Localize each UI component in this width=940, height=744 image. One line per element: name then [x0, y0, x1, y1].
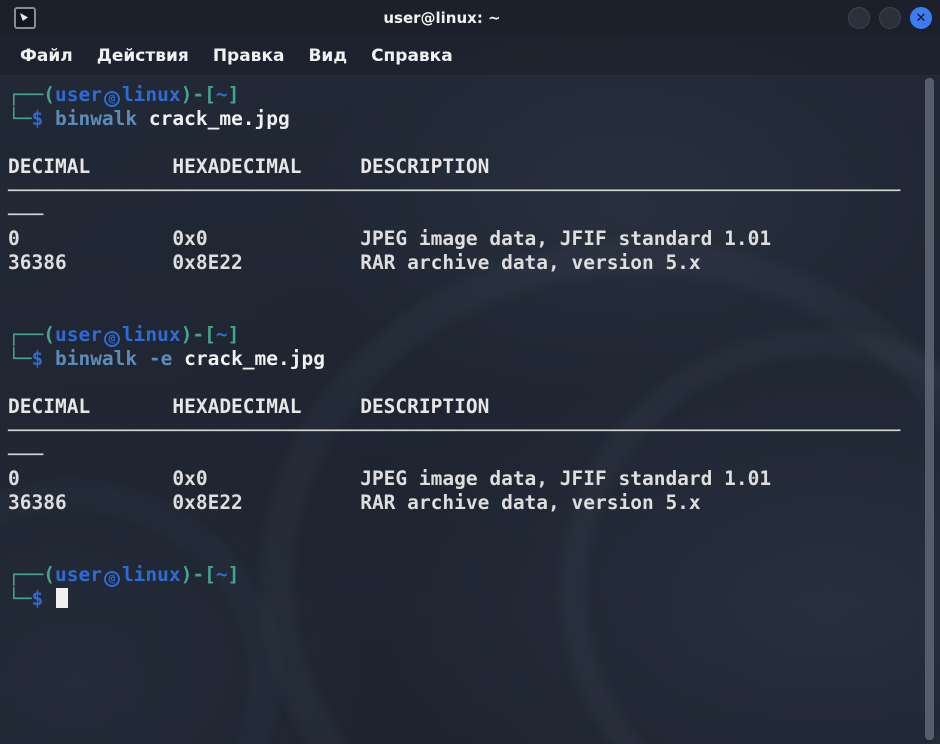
output-separator: ────────────────────────────────────────…: [8, 419, 918, 443]
terminal-scrollbar[interactable]: [924, 78, 937, 740]
prompt-cwd: ~: [216, 83, 228, 106]
output-column-headers: DECIMAL HEXADECIMAL DESCRIPTION: [8, 155, 918, 179]
window-titlebar[interactable]: user@linux: ~ ✕: [0, 0, 940, 36]
prompt-tail: └─: [8, 107, 31, 130]
terminal-content-area[interactable]: ┌──(user@linux)-[~] └─$ binwalk crack_me…: [0, 76, 940, 744]
blank-line: [8, 539, 918, 563]
prompt-cwd: ~: [216, 563, 228, 586]
maximize-button[interactable]: [879, 7, 901, 29]
blank-line: [8, 515, 918, 539]
command-program: binwalk -e: [55, 347, 184, 370]
menu-view[interactable]: Вид: [308, 46, 347, 66]
prompt-host: linux: [122, 83, 181, 106]
prompt-tail: └─: [8, 587, 31, 610]
command-argument: crack_me.jpg: [184, 347, 325, 370]
prompt-open: ┌──(: [8, 323, 55, 346]
active-input-line[interactable]: └─$: [8, 587, 918, 611]
prompt-dollar: $: [31, 107, 54, 130]
command-line-1: └─$ binwalk crack_me.jpg: [8, 107, 918, 131]
circled-at-icon: @: [104, 91, 120, 107]
prompt-user: user: [55, 83, 102, 106]
prompt-host: linux: [122, 563, 181, 586]
prompt-open: ┌──(: [8, 563, 55, 586]
menu-edit[interactable]: Правка: [213, 46, 285, 66]
terminal-prompt-glyph: [20, 13, 28, 21]
command-line-2: └─$ binwalk -e crack_me.jpg: [8, 347, 918, 371]
output-separator: ────────────────────────────────────────…: [8, 179, 918, 203]
output-row: 36386 0x8E22 RAR archive data, version 5…: [8, 251, 918, 275]
blank-line: [8, 275, 918, 299]
blank-line: [8, 131, 918, 155]
command-argument: crack_me.jpg: [149, 107, 290, 130]
output-row: 36386 0x8E22 RAR archive data, version 5…: [8, 491, 918, 515]
output-row: 0 0x0 JPEG image data, JFIF standard 1.0…: [8, 227, 918, 251]
close-icon: ✕: [916, 12, 927, 25]
prompt-close: ]: [228, 563, 240, 586]
prompt-mid: )-[: [181, 563, 216, 586]
minimize-button[interactable]: [848, 7, 870, 29]
prompt-line-1: ┌──(user@linux)-[~]: [8, 83, 918, 107]
menu-bar: Файл Действия Правка Вид Справка: [0, 36, 940, 76]
prompt-mid: )-[: [181, 83, 216, 106]
prompt-line-3: ┌──(user@linux)-[~]: [8, 563, 918, 587]
prompt-cwd: ~: [216, 323, 228, 346]
prompt-tail: └─: [8, 347, 31, 370]
command-program: binwalk: [55, 107, 149, 130]
output-separator-wrap: ───: [8, 443, 918, 467]
menu-actions[interactable]: Действия: [97, 46, 189, 66]
prompt-close: ]: [228, 323, 240, 346]
output-separator-wrap: ───: [8, 203, 918, 227]
terminal-cursor: [56, 588, 68, 608]
window-title: user@linux: ~: [36, 9, 848, 27]
scrollbar-thumb[interactable]: [925, 78, 934, 740]
output-row: 0 0x0 JPEG image data, JFIF standard 1.0…: [8, 467, 918, 491]
window-controls: ✕: [848, 7, 932, 29]
prompt-open: ┌──(: [8, 83, 55, 106]
prompt-close: ]: [228, 83, 240, 106]
output-column-headers: DECIMAL HEXADECIMAL DESCRIPTION: [8, 395, 918, 419]
menu-help[interactable]: Справка: [371, 46, 453, 66]
menu-file[interactable]: Файл: [20, 46, 73, 66]
prompt-host: linux: [122, 323, 181, 346]
prompt-user: user: [55, 563, 102, 586]
blank-line: [8, 371, 918, 395]
close-button[interactable]: ✕: [910, 7, 932, 29]
prompt-dollar: $: [31, 347, 54, 370]
circled-at-icon: @: [104, 331, 120, 347]
blank-line: [8, 299, 918, 323]
terminal-app-icon[interactable]: [14, 7, 36, 29]
prompt-line-2: ┌──(user@linux)-[~]: [8, 323, 918, 347]
circled-at-icon: @: [104, 571, 120, 587]
prompt-user: user: [55, 323, 102, 346]
prompt-dollar: $: [31, 587, 54, 610]
prompt-mid: )-[: [181, 323, 216, 346]
